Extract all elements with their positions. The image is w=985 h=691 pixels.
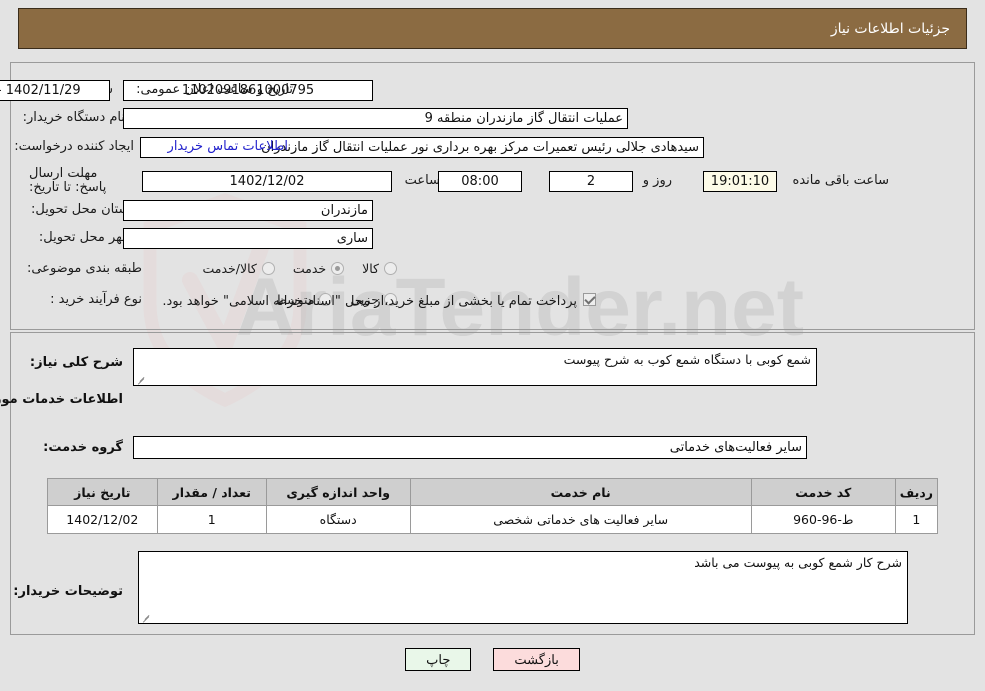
general-need-textarea[interactable]: شمع کوبی با دستگاه شمع کوب به شرح پیوست <box>133 348 817 386</box>
creator-label: ایجاد کننده درخواست: <box>14 139 134 154</box>
classification-radio-2[interactable] <box>261 262 275 275</box>
deadline-hour-label: ساعت <box>404 173 440 188</box>
col-service-code: کد خدمت <box>750 478 896 506</box>
general-need-label: شرح کلی نیاز: <box>29 355 123 370</box>
buyer-notes-textarea[interactable]: شرح کار شمع کوبی به پیوست می باشد <box>138 551 908 624</box>
service-group-value: سایر فعالیت‌های خدماتی <box>133 436 807 459</box>
services-table: ردیف کد خدمت نام خدمت واحد اندازه گیری ت… <box>47 478 939 534</box>
buyer-notes-value: شرح کار شمع کوبی به پیوست می باشد <box>694 555 902 570</box>
table-header-row: ردیف کد خدمت نام خدمت واحد اندازه گیری ت… <box>47 478 939 506</box>
cell-row-no: 1 <box>894 505 939 534</box>
classification-option-2[interactable]: کالا/خدمت <box>202 261 275 276</box>
cell-service-code: ط-96-960 <box>750 505 896 534</box>
buyer-org-value: عملیات انتقال گاز مازندران منطقه 9 <box>123 108 628 129</box>
resize-grip-icon-notes <box>141 612 151 622</box>
classification-radio-0[interactable] <box>384 262 397 275</box>
resize-grip-icon <box>136 374 146 384</box>
page-header: جزئیات اطلاعات نیاز <box>18 8 967 49</box>
cell-need-date: 1402/12/02 <box>47 505 158 534</box>
classification-label-2: کالا/خدمت <box>202 261 257 276</box>
treasury-checkbox[interactable] <box>583 293 596 306</box>
classification-label-0: کالا <box>362 261 379 276</box>
services-section-title: اطلاعات خدمات مورد نیاز <box>0 392 123 407</box>
col-need-date: تاریخ نیاز <box>47 478 158 506</box>
deadline-label: مهلت ارسال پاسخ: تا تاریخ: <box>29 166 107 195</box>
deadline-date-value: 1402/12/02 <box>142 171 392 192</box>
cell-service-name: سایر فعالیت های خدماتی شخصی <box>409 505 752 534</box>
col-quantity: تعداد / مقدار <box>156 478 267 506</box>
classification-label: طبقه بندی موضوعی: <box>26 261 142 276</box>
page-root: AriaTender.net جزئیات اطلاعات نیاز شماره… <box>0 0 985 691</box>
city-label: شهر محل تحویل: <box>38 230 133 245</box>
public-announce-label: تاریخ و ساعت اعلان عمومی: <box>136 82 293 97</box>
process-type-label: نوع فرآیند خرید : <box>50 292 142 307</box>
classification-label-1: خدمت <box>292 261 327 276</box>
remaining-days-value: 2 <box>549 171 633 192</box>
footer-button-row: بازگشت چاپ <box>0 648 985 671</box>
back-button[interactable]: بازگشت <box>493 648 580 671</box>
service-group-label: گروه خدمت: <box>43 440 123 455</box>
deadline-hour-value: 08:00 <box>438 171 522 192</box>
countdown-timer-value: 19:01:10 <box>703 171 777 192</box>
page-title: جزئیات اطلاعات نیاز <box>830 20 950 37</box>
details-panel <box>10 62 975 330</box>
buyer-notes-label: توضیحات خریدار: <box>13 584 123 599</box>
col-unit: واحد اندازه گیری <box>265 478 411 506</box>
cell-quantity: 1 <box>156 505 267 534</box>
print-button[interactable]: چاپ <box>405 648 472 671</box>
province-value: مازندران <box>123 200 373 221</box>
public-announce-value: 1402/11/29 - 12:02 <box>0 80 110 101</box>
province-label: استان محل تحویل: <box>31 202 133 217</box>
classification-option-1[interactable]: خدمت <box>292 261 345 276</box>
remaining-days-label: روز و <box>642 173 672 188</box>
buyer-contact-link[interactable]: اطلاعات تماس خریدار <box>168 139 288 154</box>
services-table-wrap: ردیف کد خدمت نام خدمت واحد اندازه گیری ت… <box>47 478 939 534</box>
col-row-no: ردیف <box>894 478 939 506</box>
classification-radio-group[interactable]: کالا خدمت کالا/خدمت <box>184 261 397 276</box>
buyer-org-label: نام دستگاه خریدار: <box>22 110 125 125</box>
countdown-label: ساعت باقی مانده <box>792 173 889 188</box>
classification-radio-1[interactable] <box>331 262 345 275</box>
cell-unit: دستگاه <box>265 505 411 534</box>
col-service-name: نام خدمت <box>409 478 752 506</box>
general-need-value: شمع کوبی با دستگاه شمع کوب به شرح پیوست <box>563 352 811 367</box>
treasury-text: پرداخت تمام یا بخشی از مبلغ خرید،از محل … <box>162 294 577 309</box>
table-row: 1 ط-96-960 سایر فعالیت های خدماتی شخصی د… <box>47 505 939 534</box>
classification-option-0[interactable]: کالا <box>362 261 397 276</box>
city-value: ساری <box>123 228 373 249</box>
